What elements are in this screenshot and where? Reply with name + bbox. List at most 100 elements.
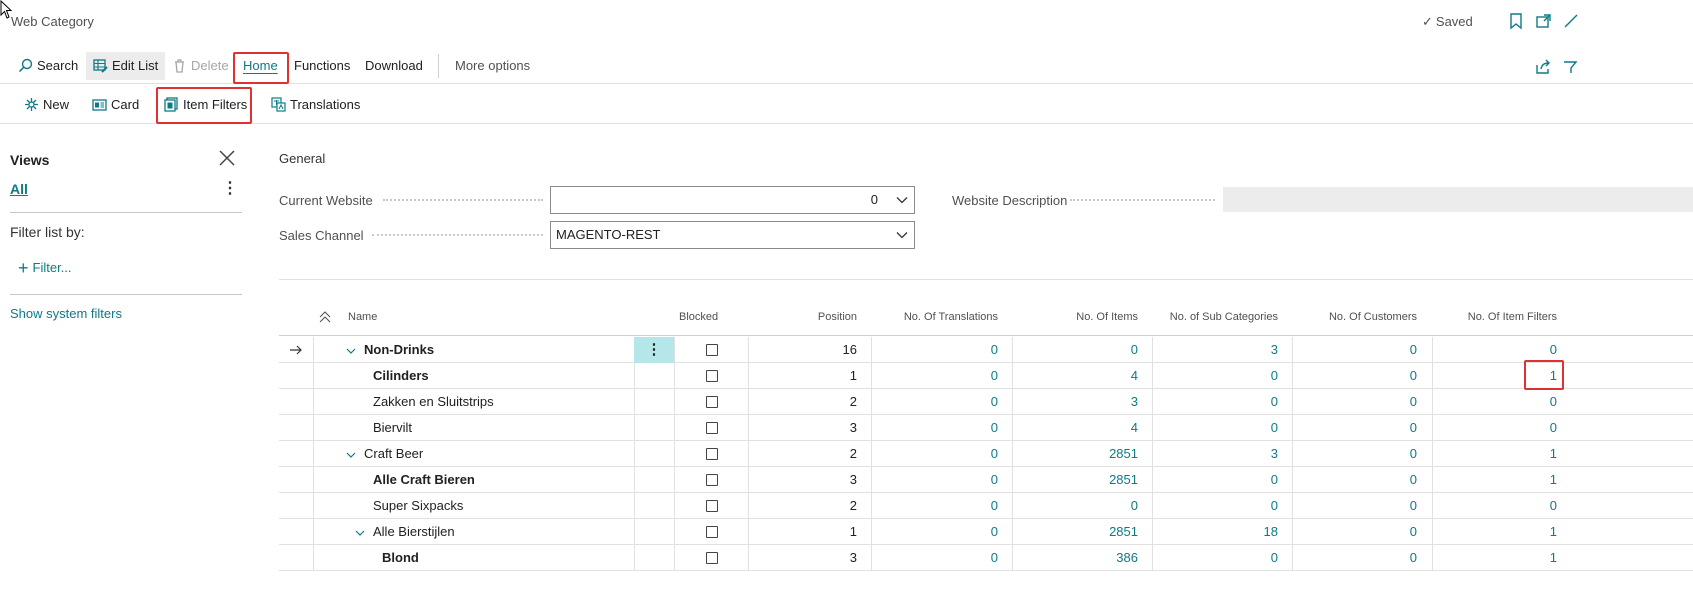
- blocked-checkbox[interactable]: [706, 474, 718, 486]
- cell-items[interactable]: 386: [1014, 545, 1138, 571]
- table-row[interactable]: ⋮ Non-Drinks 16 0 0 3 0 0: [279, 337, 1693, 363]
- cell-customers[interactable]: 0: [1294, 519, 1417, 545]
- category-name[interactable]: Cilinders: [373, 363, 429, 389]
- category-name[interactable]: Blond: [382, 545, 419, 571]
- collapse-all-icon[interactable]: [319, 311, 331, 323]
- cell-translations[interactable]: 0: [873, 389, 998, 415]
- cell-item-filters[interactable]: 0: [1433, 389, 1557, 415]
- cell-translations[interactable]: 0: [873, 363, 998, 389]
- cell-sub-categories[interactable]: 0: [1154, 493, 1278, 519]
- cell-translations[interactable]: 0: [873, 337, 998, 363]
- blocked-checkbox[interactable]: [706, 552, 718, 564]
- cell-customers[interactable]: 0: [1294, 337, 1417, 363]
- header-translations[interactable]: No. Of Translations: [873, 311, 998, 323]
- close-icon[interactable]: [218, 149, 236, 167]
- header-items[interactable]: No. Of Items: [1014, 311, 1138, 323]
- cell-items[interactable]: 3: [1014, 389, 1138, 415]
- cell-items[interactable]: 0: [1014, 337, 1138, 363]
- cell-customers[interactable]: 0: [1294, 389, 1417, 415]
- cell-translations[interactable]: 0: [873, 545, 998, 571]
- edit-list-button[interactable]: Edit List: [86, 52, 166, 80]
- cell-item-filters[interactable]: 1: [1433, 441, 1557, 467]
- table-row[interactable]: Blond 3 0 386 0 0 1: [279, 545, 1693, 571]
- blocked-checkbox[interactable]: [706, 422, 718, 434]
- cell-customers[interactable]: 0: [1294, 467, 1417, 493]
- category-name[interactable]: Craft Beer: [364, 441, 423, 467]
- sales-channel-field[interactable]: MAGENTO-REST: [550, 221, 915, 249]
- cell-items[interactable]: 2851: [1014, 519, 1138, 545]
- header-name[interactable]: Name: [348, 311, 377, 323]
- row-actions-icon[interactable]: ⋮: [634, 337, 674, 363]
- cell-item-filters[interactable]: 1: [1433, 467, 1557, 493]
- cell-items[interactable]: 0: [1014, 493, 1138, 519]
- cell-customers[interactable]: 0: [1294, 545, 1417, 571]
- share-icon[interactable]: [1534, 58, 1552, 76]
- more-options-button[interactable]: More options: [449, 52, 536, 80]
- blocked-checkbox[interactable]: [706, 344, 718, 356]
- category-name[interactable]: Alle Craft Bieren: [373, 467, 475, 493]
- category-name[interactable]: Super Sixpacks: [373, 493, 463, 519]
- show-system-filters-link[interactable]: Show system filters: [10, 306, 122, 321]
- cell-translations[interactable]: 0: [873, 519, 998, 545]
- blocked-checkbox[interactable]: [706, 526, 718, 538]
- header-sub-categories[interactable]: No. of Sub Categories: [1154, 311, 1278, 323]
- table-row[interactable]: Super Sixpacks 2 0 0 0 0 0: [279, 493, 1693, 519]
- cell-item-filters[interactable]: 1: [1433, 545, 1557, 571]
- cell-item-filters[interactable]: 1: [1433, 519, 1557, 545]
- cell-translations[interactable]: 0: [873, 467, 998, 493]
- cell-customers[interactable]: 0: [1294, 493, 1417, 519]
- cell-customers[interactable]: 0: [1294, 415, 1417, 441]
- category-name[interactable]: Zakken en Sluitstrips: [373, 389, 494, 415]
- table-row[interactable]: Alle Bierstijlen 1 0 2851 18 0 1: [279, 519, 1693, 545]
- blocked-checkbox[interactable]: [706, 500, 718, 512]
- cell-translations[interactable]: 0: [873, 441, 998, 467]
- category-name[interactable]: Non-Drinks: [364, 337, 434, 363]
- blocked-checkbox[interactable]: [706, 396, 718, 408]
- current-website-field[interactable]: 0: [550, 186, 915, 214]
- cell-items[interactable]: 4: [1014, 363, 1138, 389]
- cell-items[interactable]: 2851: [1014, 441, 1138, 467]
- cell-sub-categories[interactable]: 0: [1154, 545, 1278, 571]
- table-row[interactable]: Alle Craft Bieren 3 0 2851 0 0 1: [279, 467, 1693, 493]
- view-all-link[interactable]: All: [10, 181, 28, 197]
- cell-item-filters[interactable]: 0: [1433, 493, 1557, 519]
- download-tab[interactable]: Download: [359, 52, 429, 80]
- card-button[interactable]: Card: [86, 91, 145, 119]
- blocked-checkbox[interactable]: [706, 370, 718, 382]
- view-options-icon[interactable]: ⋮: [222, 178, 238, 198]
- cell-items[interactable]: 4: [1014, 415, 1138, 441]
- header-position[interactable]: Position: [749, 311, 857, 323]
- header-blocked[interactable]: Blocked: [679, 311, 718, 323]
- chevron-down-icon[interactable]: [346, 450, 356, 460]
- cell-sub-categories[interactable]: 0: [1154, 389, 1278, 415]
- header-customers[interactable]: No. Of Customers: [1294, 311, 1417, 323]
- translations-button[interactable]: Translations: [265, 91, 366, 119]
- chevron-down-icon[interactable]: [346, 346, 356, 356]
- category-name[interactable]: Alle Bierstijlen: [373, 519, 455, 545]
- table-row[interactable]: Craft Beer 2 0 2851 3 0 1: [279, 441, 1693, 467]
- cell-customers[interactable]: 0: [1294, 441, 1417, 467]
- search-button[interactable]: Search: [12, 52, 84, 80]
- cell-sub-categories[interactable]: 0: [1154, 363, 1278, 389]
- delete-button[interactable]: Delete: [166, 52, 235, 80]
- open-in-new-window-icon[interactable]: [1535, 12, 1553, 30]
- blocked-checkbox[interactable]: [706, 448, 718, 460]
- chevron-down-icon[interactable]: [355, 528, 365, 538]
- filter-pane-icon[interactable]: [1562, 58, 1580, 76]
- cell-sub-categories[interactable]: 0: [1154, 467, 1278, 493]
- cell-sub-categories[interactable]: 18: [1154, 519, 1278, 545]
- functions-tab[interactable]: Functions: [288, 52, 356, 80]
- cell-translations[interactable]: 0: [873, 415, 998, 441]
- collapse-icon[interactable]: [1562, 12, 1580, 30]
- cell-sub-categories[interactable]: 3: [1154, 337, 1278, 363]
- table-row[interactable]: Zakken en Sluitstrips 2 0 3 0 0 0: [279, 389, 1693, 415]
- table-row[interactable]: Cilinders 1 0 4 0 0 1: [279, 363, 1693, 389]
- cell-sub-categories[interactable]: 0: [1154, 415, 1278, 441]
- cell-customers[interactable]: 0: [1294, 363, 1417, 389]
- cell-item-filters[interactable]: 0: [1433, 415, 1557, 441]
- category-name[interactable]: Biervilt: [373, 415, 412, 441]
- table-row[interactable]: Biervilt 3 0 4 0 0 0: [279, 415, 1693, 441]
- add-filter-button[interactable]: + Filter...: [18, 258, 72, 279]
- cell-items[interactable]: 2851: [1014, 467, 1138, 493]
- cell-sub-categories[interactable]: 3: [1154, 441, 1278, 467]
